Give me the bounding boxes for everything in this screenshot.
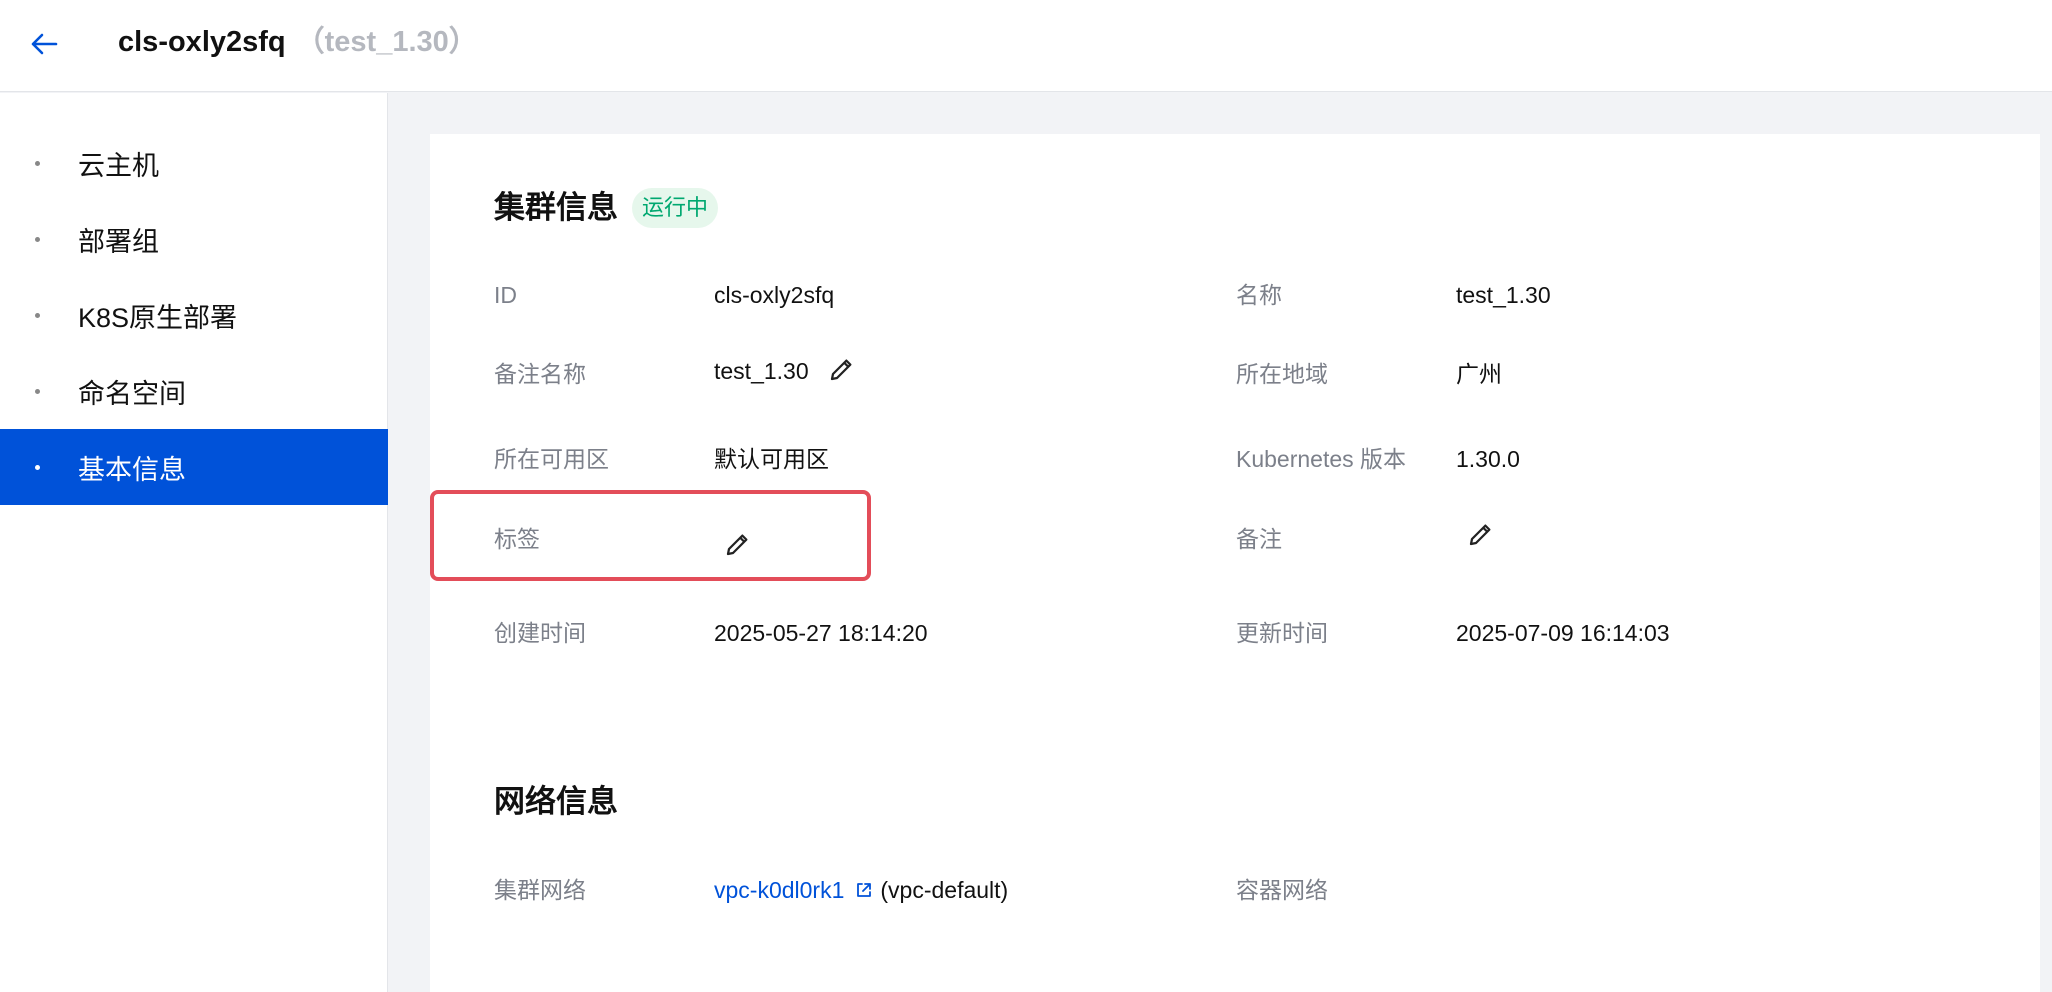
sidebar-item-label: 部署组 <box>78 226 159 257</box>
bullet-icon <box>35 464 40 470</box>
k8s-version-value: 1.30.0 <box>1456 446 1520 472</box>
region-value: 广州 <box>1456 361 1502 387</box>
remark-name-value: test_1.30 <box>714 358 809 384</box>
page-header: cls-oxly2sfq （test_1.30） <box>0 0 2052 92</box>
cluster-info-title: 集群信息 <box>494 190 618 225</box>
zone-value: 默认可用区 <box>714 446 829 472</box>
k8s-version-label: Kubernetes 版本 <box>1236 446 1407 472</box>
created-time-label: 创建时间 <box>494 620 586 646</box>
bullet-icon <box>35 388 40 394</box>
created-time-value: 2025-05-27 18:14:20 <box>714 620 928 646</box>
sidebar-item-namespaces[interactable]: 命名空间 <box>0 353 388 429</box>
sidebar-item-label: 云主机 <box>78 150 159 181</box>
zone-label: 所在可用区 <box>494 446 609 472</box>
updated-time-value: 2025-07-09 16:14:03 <box>1456 620 1670 646</box>
bullet-icon <box>35 160 40 166</box>
page-title: cls-oxly2sfq （test_1.30） <box>118 22 478 62</box>
sidebar-item-deploy-groups[interactable]: 部署组 <box>0 201 388 277</box>
sidebar: 云主机 部署组 K8S原生部署 命名空间 基本信息 <box>0 93 388 992</box>
sidebar-item-label: K8S原生部署 <box>78 302 238 333</box>
vpc-link[interactable]: vpc-k0dl0rk1 <box>714 877 844 903</box>
network-info-title: 网络信息 <box>494 784 618 819</box>
sidebar-item-cloud-hosts[interactable]: 云主机 <box>0 125 388 201</box>
cluster-id-title: cls-oxly2sfq <box>118 26 286 58</box>
external-link-icon[interactable] <box>854 877 874 897</box>
edit-remark-name-pencil-icon[interactable] <box>827 354 857 384</box>
container-network-label: 容器网络 <box>1236 877 1328 903</box>
edit-remark-pencil-icon[interactable] <box>1466 519 1496 549</box>
bullet-icon <box>35 236 40 242</box>
edit-tags-pencil-icon[interactable] <box>723 529 753 559</box>
cluster-name-subtitle: （test_1.30） <box>295 26 478 58</box>
tags-label: 标签 <box>494 526 540 552</box>
status-badge: 运行中 <box>632 188 719 228</box>
remark-label: 备注 <box>1236 526 1282 552</box>
sidebar-item-basic-info[interactable]: 基本信息 <box>0 429 388 505</box>
back-arrow-icon[interactable] <box>28 28 60 60</box>
cluster-network-label: 集群网络 <box>494 877 586 903</box>
sidebar-item-label: 基本信息 <box>78 454 186 485</box>
region-label: 所在地域 <box>1236 361 1328 387</box>
name-value: test_1.30 <box>1456 282 1551 308</box>
id-value: cls-oxly2sfq <box>714 282 835 308</box>
remark-name-label: 备注名称 <box>494 361 586 387</box>
sidebar-item-label: 命名空间 <box>78 378 186 409</box>
id-label: ID <box>494 282 517 308</box>
content-card: 集群信息 运行中 ID cls-oxly2sfq 名称 test_1.30 备注… <box>430 134 2040 992</box>
sidebar-item-k8s-deploy[interactable]: K8S原生部署 <box>0 277 388 353</box>
updated-time-label: 更新时间 <box>1236 620 1328 646</box>
vpc-name: (vpc-default) <box>880 877 1009 903</box>
name-label: 名称 <box>1236 282 1282 308</box>
cluster-network-value: vpc-k0dl0rk1 (vpc-default) <box>714 875 1008 905</box>
bullet-icon <box>35 312 40 318</box>
